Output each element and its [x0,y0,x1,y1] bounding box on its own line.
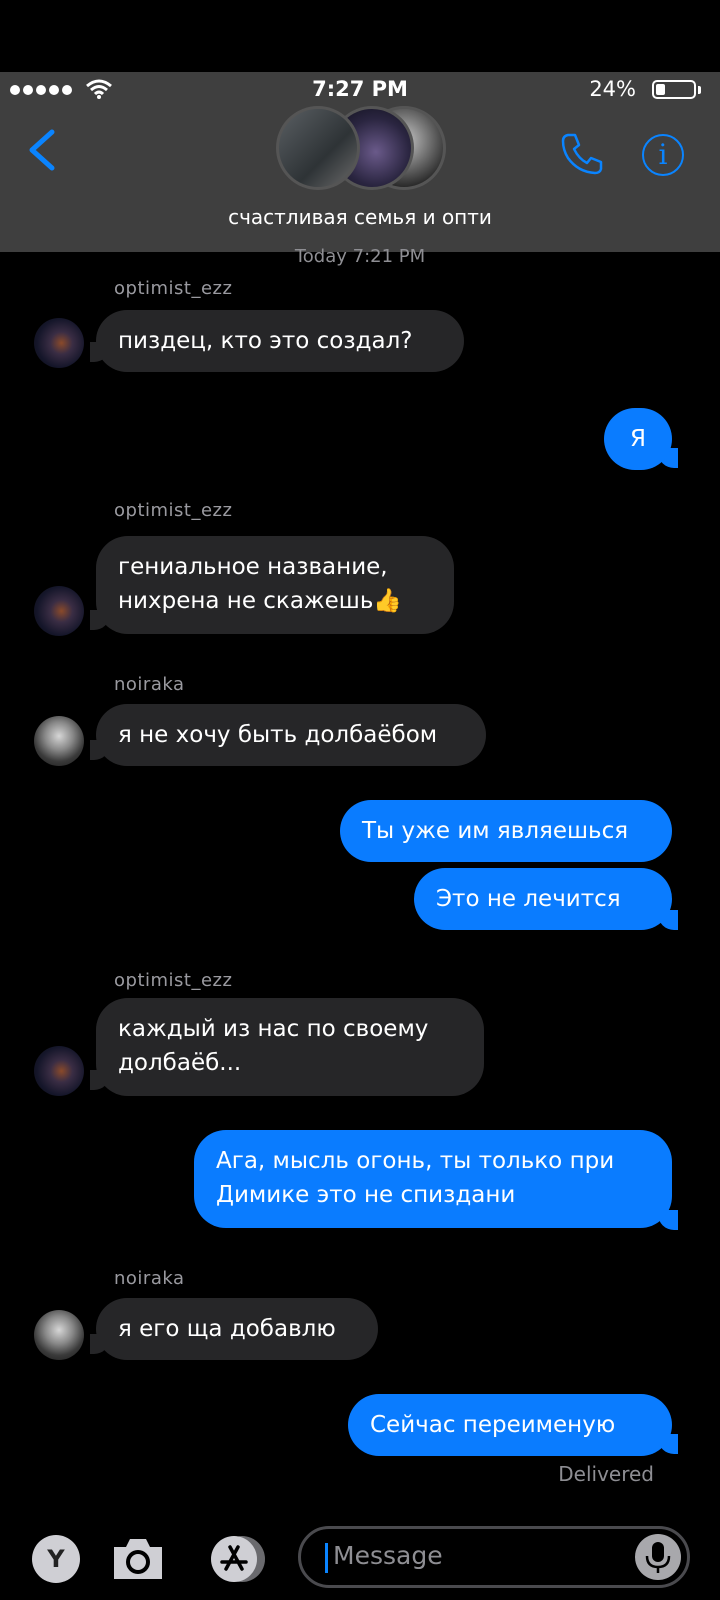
microphone-icon [645,1542,671,1573]
message-line: Димике это не спиздани [216,1182,516,1208]
avatar[interactable] [34,1046,84,1096]
sender-name: optimist_ezz [114,970,233,991]
message-bubble[interactable]: Ага, мысль огонь, ты только при Димике э… [194,1130,672,1228]
message-bubble[interactable]: Это не лечится [414,868,672,930]
message-line: нихрена не скажешь👍 [118,588,403,614]
microphone-button[interactable] [635,1534,681,1580]
sender-name: optimist_ezz [114,500,233,521]
message-bubble[interactable]: пиздец, кто это создал? [96,310,464,372]
group-title[interactable]: счастливая семья и опти [0,205,720,229]
message-line: каждый из нас по своему [118,1016,429,1042]
status-bar: 7:27 PM 24% [0,72,720,108]
phone-call-icon[interactable] [560,132,604,176]
app-store-icon [211,1536,265,1582]
app-drawer-button[interactable]: Y [32,1535,80,1583]
group-avatars[interactable] [276,106,446,192]
app-store-button[interactable] [204,1535,270,1583]
avatar[interactable] [34,318,84,368]
sender-name: noiraka [114,674,185,695]
message-bubble[interactable]: Сейчас переименую [348,1394,672,1456]
message-bubble[interactable]: я не хочу быть долбаёбом [96,704,486,766]
message-input[interactable]: Message [298,1526,690,1588]
message-bubble[interactable]: гениальное название, нихрена не скажешь👍 [96,536,454,634]
battery-nub [698,86,701,94]
message-line: долбаёб... [118,1050,242,1076]
message-placeholder: Message [333,1541,443,1570]
battery-icon [652,80,696,99]
battery-percent: 24% [589,77,636,101]
timestamp: Today 7:21 PM [294,246,426,267]
delivery-status: Delivered [558,1462,654,1486]
top-bar [0,0,720,72]
info-icon[interactable]: i [642,134,684,176]
sender-name: optimist_ezz [114,278,233,299]
member-avatar [276,106,360,190]
message-bubble[interactable]: Я [604,408,672,470]
message-bubble[interactable]: Ты уже им являешься [340,800,672,862]
message-bubble[interactable]: я его ща добавлю [96,1298,378,1360]
message-bubble[interactable]: каждый из нас по своему долбаёб... [96,998,484,1096]
camera-icon[interactable] [110,1533,166,1585]
message-line: Ага, мысль огонь, ты только при [216,1148,615,1174]
sender-name: noiraka [114,1268,185,1289]
text-cursor [325,1543,328,1573]
avatar[interactable] [34,1310,84,1360]
message-line: гениальное название, [118,554,388,580]
avatar[interactable] [34,586,84,636]
avatar[interactable] [34,716,84,766]
back-chevron-icon[interactable] [26,128,56,172]
